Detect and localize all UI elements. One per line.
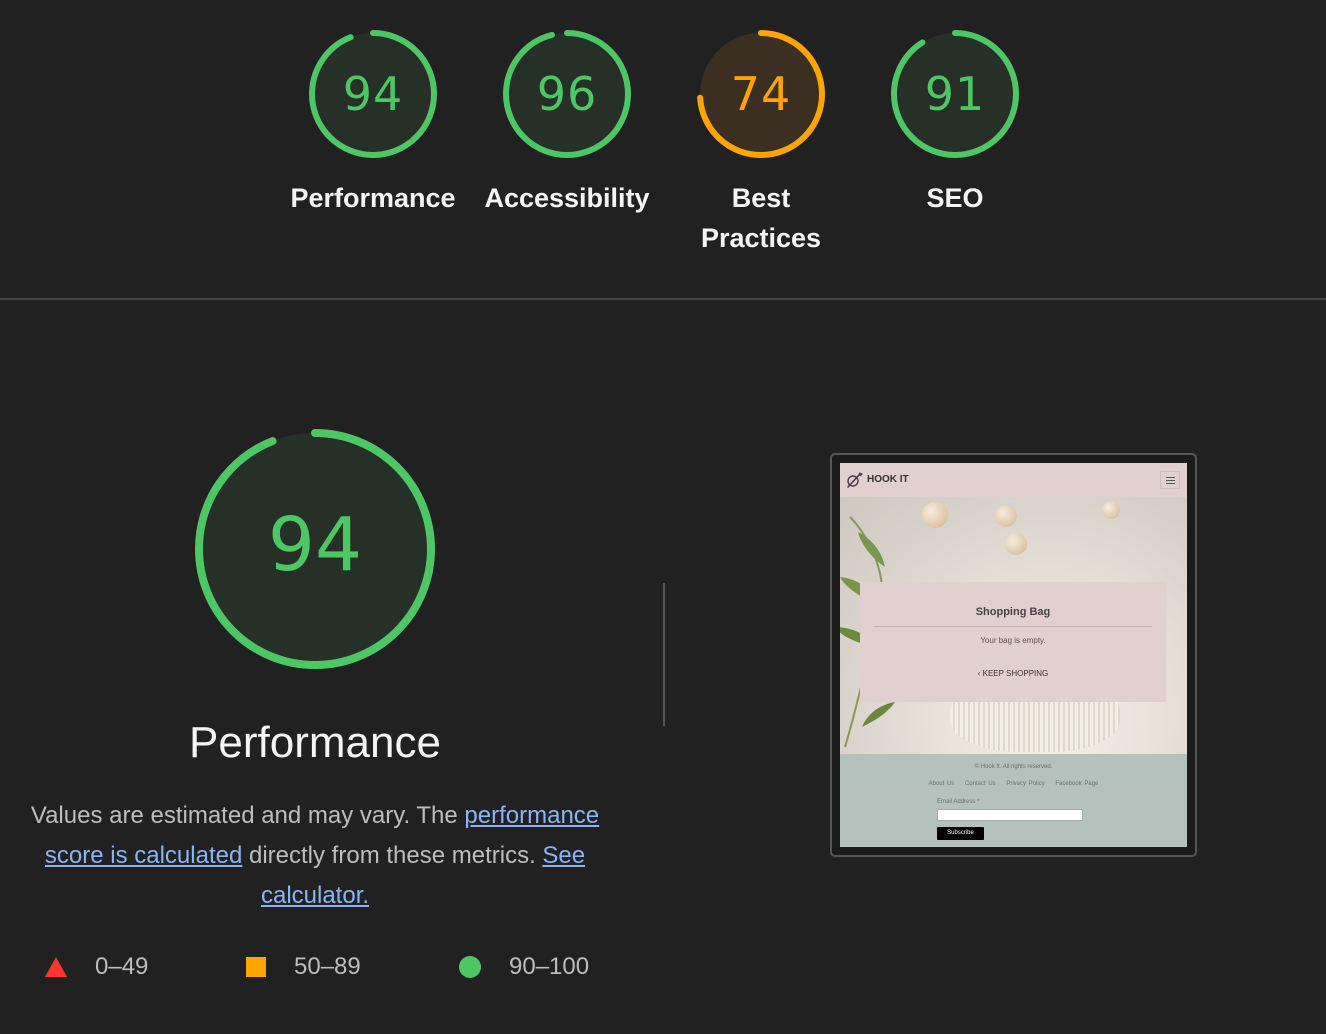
gauge-ring: 74 [697,30,825,158]
footer-link: Facebook Page [1055,781,1099,787]
gauge-score: 94 [343,67,404,121]
gauge-score: 96 [537,67,598,121]
lighthouse-report: 94 Performance 96 Accessibility 74 Best … [0,0,1326,1034]
gauge-label-line1: Best [731,183,791,213]
footer-link: Privacy Policy [1006,781,1045,787]
site-brand: HOOK IT [867,474,909,485]
footer-link: About Us [928,781,955,787]
gauge-ring: 94 [195,429,435,669]
site-preview: HOOK IT Shopping Bag Your bag is empty. … [840,463,1187,847]
crochet-hook-logo-icon [847,472,863,488]
legend-range: 0–49 [95,953,149,980]
gauge-score: 91 [925,67,986,121]
gauge-ring: 91 [891,30,1019,158]
section-divider [0,298,1326,300]
shopping-bag-card: Shopping Bag Your bag is empty. ‹ KEEP S… [860,582,1166,702]
desc-text-2: directly from these metrics. [242,842,543,869]
vertical-separator [663,583,665,726]
legend-pass: 90–100 [459,950,589,984]
circle-icon [459,956,481,978]
gauge-ring: 94 [309,30,437,158]
gauge-label: Best Practices [666,178,856,258]
legend-average: 50–89 [246,950,361,984]
email-field [937,809,1083,821]
performance-title: Performance [189,718,441,767]
bag-title: Shopping Bag [975,606,1051,618]
hamburger-menu-icon [1160,471,1180,489]
site-navbar: HOOK IT [840,463,1187,497]
gauge-label: Accessibility [484,183,650,213]
gauge-best-practices[interactable]: 74 Best Practices [666,28,856,258]
required-mark: * [977,799,980,805]
subscribe-button: Subscribe [937,827,984,840]
keep-shopping-button: ‹ KEEP SHOPPING [860,669,1166,678]
legend-range: 90–100 [509,953,590,980]
performance-description: Values are estimated and may vary. The p… [20,796,610,916]
gauge-score: 94 [268,502,362,588]
hero-background: Shopping Bag Your bag is empty. ‹ KEEP S… [840,497,1187,754]
site-footer: © Hook It. All rights reserved. About Us… [840,754,1187,847]
square-icon [246,957,266,977]
footer-link: Contact Us [964,781,996,787]
performance-gauge-large: 94 [190,424,440,679]
gauge-ring: 96 [503,30,631,158]
legend-range: 50–89 [294,953,361,980]
triangle-icon [45,957,67,977]
gauge-label: Performance [290,183,456,213]
bag-empty-text: Your bag is empty. [980,636,1046,645]
email-label: Email Address * [937,799,980,805]
bag-divider [874,626,1152,627]
chevron-left-icon: ‹ [977,669,981,678]
keep-shopping-label: KEEP SHOPPING [982,669,1049,678]
footer-copyright: © Hook It. All rights reserved. [974,764,1053,770]
final-screenshot[interactable]: HOOK IT Shopping Bag Your bag is empty. … [830,453,1197,857]
gauge-score: 74 [731,67,792,121]
legend-fail: 0–49 [45,950,148,984]
footer-links: About Us Contact Us Privacy Policy Faceb… [840,781,1187,787]
gauge-label-line2: Practices [700,223,822,253]
gauge-label: SEO [926,183,984,213]
desc-text-1: Values are estimated and may vary. The [30,802,465,829]
gauge-performance[interactable]: 94 Performance [278,28,468,218]
gauge-seo[interactable]: 91 SEO [860,28,1050,218]
gauge-accessibility[interactable]: 96 Accessibility [472,28,662,218]
